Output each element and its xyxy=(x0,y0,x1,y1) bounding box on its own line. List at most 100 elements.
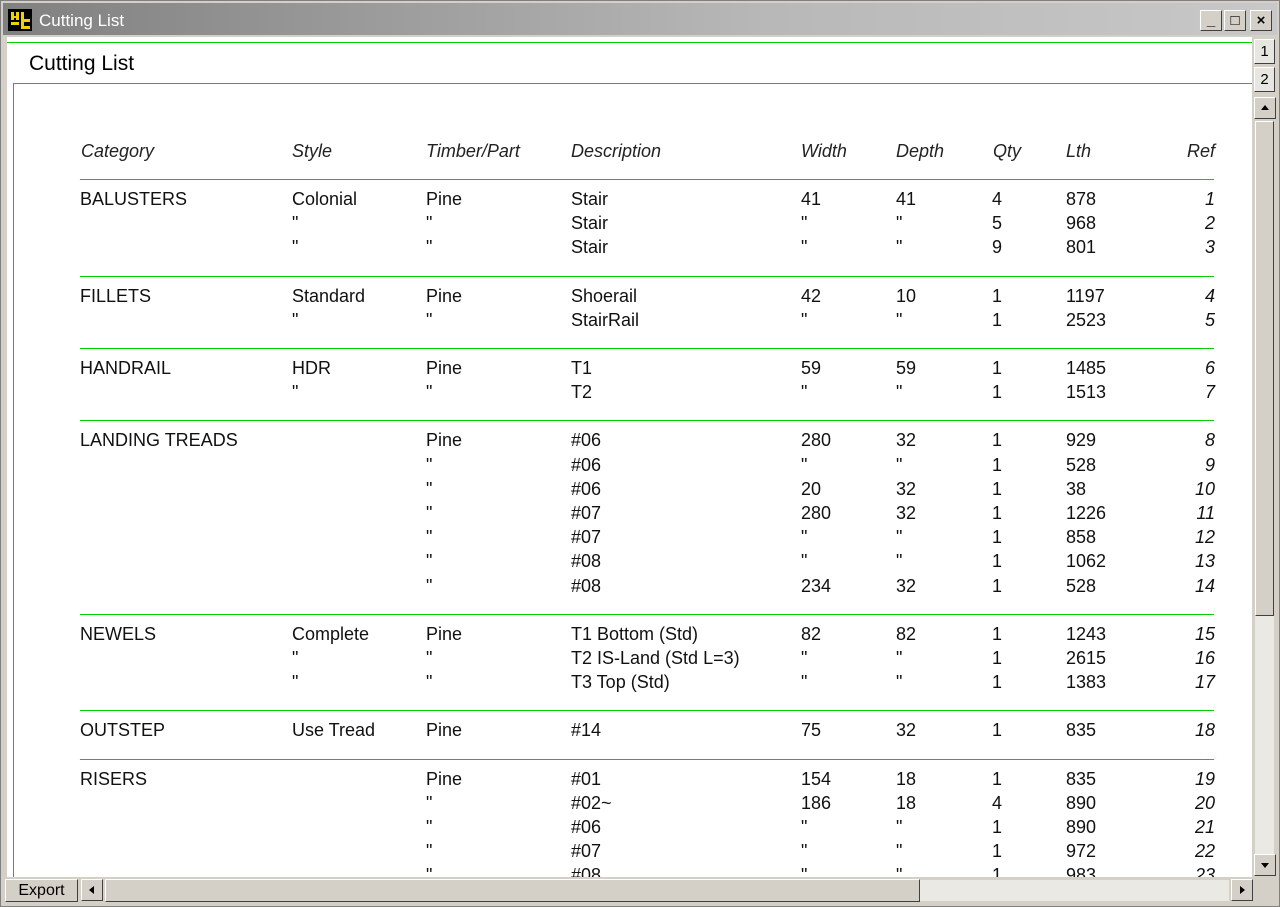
minimize-icon: _ xyxy=(1206,12,1216,29)
scroll-up-button[interactable] xyxy=(1254,97,1276,119)
close-button[interactable]: × xyxy=(1250,10,1272,31)
cell-category: OUTSTEP xyxy=(80,720,166,741)
cell-category: RISERS xyxy=(80,768,148,789)
cell-ref: 23 xyxy=(1194,865,1215,877)
arrow-right-icon xyxy=(1240,886,1245,894)
cell-description: Stair xyxy=(571,237,609,258)
cell-width: " xyxy=(801,382,808,403)
cell-lth: 878 xyxy=(1066,189,1097,209)
cell-lth: 858 xyxy=(1066,527,1097,548)
cell-depth: " xyxy=(896,865,903,877)
cell-width: " xyxy=(801,213,808,234)
group-separator xyxy=(80,758,1214,760)
cell-depth: " xyxy=(896,648,903,668)
cell-depth: 18 xyxy=(896,768,917,789)
page-border-left xyxy=(13,83,14,877)
col-header-ref: Ref xyxy=(1186,141,1215,161)
cell-description: Shoerail xyxy=(571,285,638,306)
cell-qty: 1 xyxy=(992,672,1003,693)
cell-description: T1 Bottom (Std) xyxy=(571,623,699,644)
page-title: Cutting List xyxy=(29,52,135,75)
cell-depth: 18 xyxy=(896,792,917,813)
cell-category: NEWELS xyxy=(80,623,157,644)
cell-depth: " xyxy=(896,382,903,403)
cell-qty: 9 xyxy=(992,237,1003,258)
vertical-scroll-thumb[interactable] xyxy=(1255,121,1274,616)
cell-timber: " xyxy=(426,841,433,862)
cell-depth: 10 xyxy=(896,285,917,306)
cell-timber: " xyxy=(426,213,433,234)
cell-timber: Pine xyxy=(426,285,463,306)
cell-qty: 1 xyxy=(992,865,1003,877)
cell-qty: 1 xyxy=(992,454,1003,475)
cell-timber: " xyxy=(426,575,433,596)
cell-depth: " xyxy=(896,237,903,258)
col-header-timber: Timber/Part xyxy=(426,141,520,161)
cell-lth: 968 xyxy=(1066,213,1097,234)
cell-style: Use Tread xyxy=(292,720,376,741)
cell-depth: " xyxy=(896,672,903,693)
minimize-button[interactable]: _ xyxy=(1200,10,1222,31)
cell-timber: " xyxy=(426,309,433,330)
cell-description: T1 xyxy=(571,358,593,378)
cell-description: #07 xyxy=(571,527,602,548)
cell-description: T2 xyxy=(571,382,593,403)
cell-timber: Pine xyxy=(426,623,463,644)
cell-qty: 1 xyxy=(992,720,1003,741)
cell-ref: 13 xyxy=(1194,551,1215,572)
scroll-down-button[interactable] xyxy=(1254,854,1276,876)
header-rule-bottom xyxy=(13,83,1252,84)
cell-description: T3 Top (Std) xyxy=(571,672,670,693)
scroll-right-button[interactable] xyxy=(1231,879,1253,901)
cell-qty: 1 xyxy=(992,478,1003,499)
cell-ref: 9 xyxy=(1204,454,1215,475)
cell-width: 280 xyxy=(801,503,832,523)
cell-style: Complete xyxy=(292,623,370,644)
vertical-scrollbar[interactable]: 1 2 xyxy=(1252,37,1277,877)
cell-lth: 2523 xyxy=(1066,309,1107,330)
cell-description: #06 xyxy=(571,817,602,837)
cell-ref: 5 xyxy=(1204,309,1215,330)
maximize-icon: □ xyxy=(1230,12,1240,29)
cell-lth: 890 xyxy=(1066,792,1097,813)
cell-qty: 1 xyxy=(992,358,1003,378)
cell-description: #06 xyxy=(571,454,602,475)
cell-timber: " xyxy=(426,478,433,499)
cell-timber: " xyxy=(426,237,433,258)
cell-style: " xyxy=(292,382,299,403)
cell-lth: 801 xyxy=(1066,237,1097,258)
col-header-width: Width xyxy=(801,141,847,161)
cell-lth: 890 xyxy=(1066,817,1097,837)
cell-style: " xyxy=(292,213,299,234)
page-tab-2[interactable]: 2 xyxy=(1254,67,1275,92)
cell-lth: 835 xyxy=(1066,720,1097,741)
cell-width: 82 xyxy=(801,623,822,644)
cell-qty: 5 xyxy=(992,213,1003,234)
group-separator xyxy=(80,179,1214,180)
page-tab-1[interactable]: 1 xyxy=(1254,39,1275,64)
cell-timber: Pine xyxy=(426,720,463,741)
title-bar[interactable]: Cutting List _ □ × xyxy=(3,3,1277,35)
report-area: Cutting List Category Style Timber/Part … xyxy=(7,37,1252,877)
cell-width: " xyxy=(801,672,808,693)
cell-timber: Pine xyxy=(426,768,463,789)
cell-description: Stair xyxy=(571,189,609,209)
cell-description: StairRail xyxy=(571,309,640,330)
cell-lth: 1485 xyxy=(1066,358,1107,378)
cell-width: " xyxy=(801,817,808,837)
export-button[interactable]: Export xyxy=(5,879,78,902)
cell-depth: 32 xyxy=(896,575,917,596)
cell-description: T2 IS-Land (Std L=3) xyxy=(571,648,740,668)
horizontal-scroll-thumb[interactable] xyxy=(105,879,920,902)
cell-width: " xyxy=(801,841,808,862)
cell-lth: 1513 xyxy=(1066,382,1107,403)
cell-category: FILLETS xyxy=(80,285,152,306)
cell-depth: 82 xyxy=(896,623,917,644)
cell-timber: " xyxy=(426,382,433,403)
cell-ref: 7 xyxy=(1204,382,1215,403)
scroll-left-button[interactable] xyxy=(81,879,103,901)
maximize-button[interactable]: □ xyxy=(1224,10,1246,31)
cell-width: 42 xyxy=(801,285,822,306)
cell-lth: 929 xyxy=(1066,430,1097,451)
cell-lth: 528 xyxy=(1066,575,1097,596)
